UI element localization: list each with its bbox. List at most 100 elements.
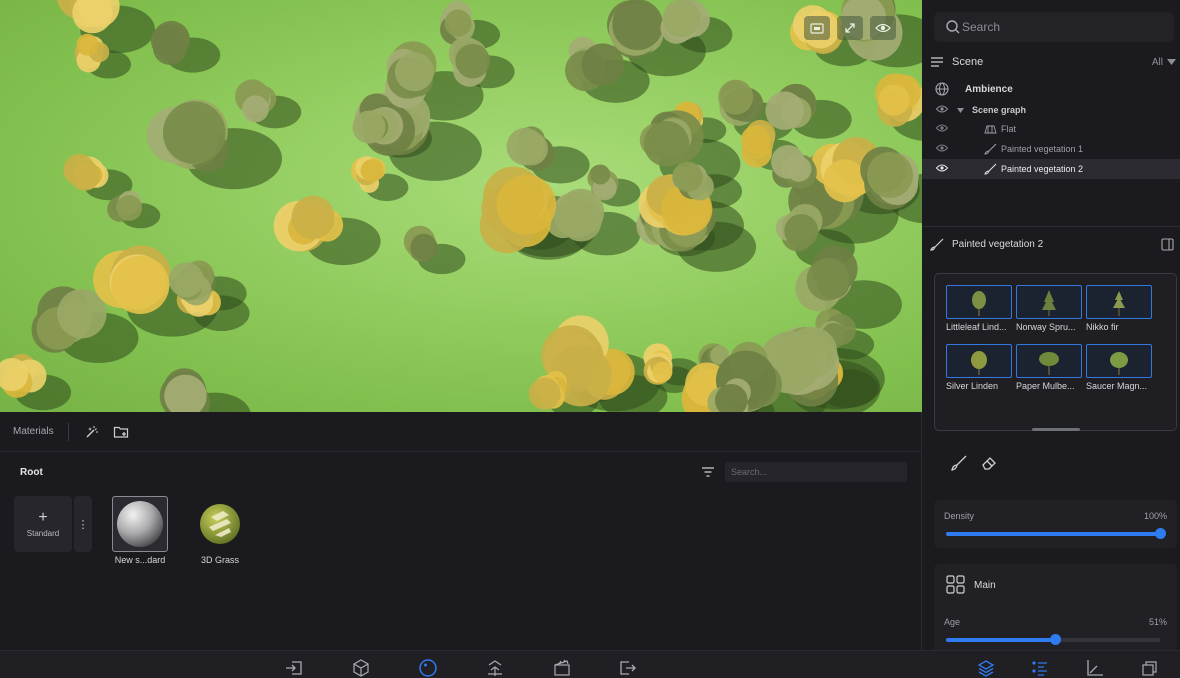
sliders-list-icon — [1032, 661, 1047, 676]
globe-icon — [935, 82, 949, 96]
export-icon — [620, 661, 636, 675]
materials-panel: Materials Root + Standard ⋮ — [0, 412, 922, 650]
search-input[interactable] — [962, 20, 1174, 34]
palette-scrollbar[interactable] — [1032, 428, 1080, 431]
density-label: Density — [944, 511, 975, 521]
right-panel: Scene All Ambience Scene graph Flat Pain… — [922, 0, 1180, 650]
age-slider-handle[interactable] — [1050, 634, 1062, 645]
eraser-button[interactable] — [980, 454, 998, 477]
clapperboard-icon — [554, 659, 570, 676]
scene-search[interactable] — [934, 12, 1174, 42]
tree-label: Ambience — [965, 83, 1013, 95]
tree-icon — [972, 291, 986, 316]
import-button[interactable] — [283, 657, 305, 678]
eye-icon[interactable] — [936, 123, 948, 133]
filter-button[interactable] — [701, 466, 715, 478]
age-slider[interactable] — [946, 634, 1160, 645]
layers-button[interactable] — [975, 657, 997, 678]
3d-viewport[interactable] — [0, 0, 922, 412]
density-slider[interactable] — [946, 528, 1166, 539]
stack-button[interactable] — [1139, 657, 1161, 678]
vegetation-item[interactable]: Norway Spru... — [1016, 285, 1084, 332]
paint-brush-button[interactable] — [950, 454, 968, 477]
add-standard-material-button[interactable]: + Standard — [14, 496, 72, 552]
tree-icon — [1042, 290, 1056, 316]
forest-scene — [0, 0, 922, 412]
add-material-button[interactable] — [81, 421, 103, 443]
vegetation-item[interactable]: Nikko fir — [1086, 285, 1154, 332]
tree-label: Painted vegetation 1 — [1001, 144, 1084, 154]
vegetation-thumbnail[interactable] — [946, 344, 1012, 378]
scene-filter-dropdown[interactable]: All — [1152, 57, 1163, 68]
export-button[interactable] — [617, 657, 639, 678]
material-thumbnail[interactable] — [192, 496, 248, 552]
vegetation-thumbnail[interactable] — [1086, 285, 1152, 319]
animation-button[interactable] — [551, 657, 573, 678]
expand-button[interactable] — [837, 16, 863, 40]
eye-icon[interactable] — [936, 143, 948, 153]
tree-canopies — [0, 0, 922, 412]
sphere-material-icon — [117, 501, 163, 547]
new-folder-button[interactable] — [110, 421, 132, 443]
terrain-icon — [984, 125, 997, 134]
vegetation-palette: Littleleaf Lind... Norway Spru... Nikko … — [934, 273, 1177, 431]
split-panel-icon[interactable] — [1161, 237, 1174, 251]
brush-icon — [984, 143, 997, 155]
properties-button[interactable] — [1029, 657, 1051, 678]
materials-header: Root — [0, 454, 921, 490]
vegetation-thumbnail[interactable] — [1016, 344, 1082, 378]
tree-label: Scene graph — [972, 105, 1027, 115]
tree-item-ambience[interactable]: Ambience — [922, 79, 1180, 99]
materials-search-input[interactable] — [731, 467, 907, 477]
materials-title: Materials — [13, 426, 54, 437]
camera-view-icon — [810, 23, 824, 34]
tree-item-painted-vegetation-1[interactable]: Painted vegetation 1 — [922, 139, 1180, 159]
eye-icon[interactable] — [936, 163, 948, 173]
vegetation-name: Littleleaf Lind... — [946, 322, 1007, 332]
materials-search[interactable] — [725, 462, 907, 482]
tree-item-painted-vegetation-2[interactable]: Painted vegetation 2 — [922, 159, 1180, 179]
expand-caret-icon[interactable] — [957, 108, 964, 113]
filter-icon — [702, 467, 714, 477]
materials-toolbar: Materials — [0, 412, 921, 452]
list-icon — [931, 57, 943, 67]
density-slider-handle[interactable] — [1155, 528, 1166, 539]
vegetation-item[interactable]: Littleleaf Lind... — [946, 285, 1014, 332]
materials-tab-button[interactable] — [417, 657, 439, 678]
material-item[interactable]: New s...dard — [110, 496, 170, 565]
layers-icon — [977, 660, 995, 677]
vegetation-thumbnail[interactable] — [946, 285, 1012, 319]
chart-axis-icon — [1087, 660, 1103, 676]
caret-down-icon[interactable] — [1167, 59, 1176, 65]
vegetation-item[interactable]: Saucer Magn... — [1086, 344, 1154, 391]
vegetation-thumbnail[interactable] — [1016, 285, 1082, 319]
tree-canopy — [771, 144, 817, 189]
main-card: Main Age 51% — [934, 564, 1177, 650]
material-item[interactable]: 3D Grass — [190, 496, 250, 565]
vegetation-button[interactable] — [484, 657, 506, 678]
density-slider-fill — [946, 532, 1160, 536]
grass-material-icon — [200, 504, 240, 544]
vegetation-name: Nikko fir — [1086, 322, 1119, 332]
brush-icon — [951, 455, 967, 471]
vegetation-icon — [488, 660, 502, 676]
vegetation-item[interactable]: Paper Mulbe... — [1016, 344, 1084, 391]
visibility-button[interactable] — [870, 16, 896, 40]
vegetation-thumbnail[interactable] — [1086, 344, 1152, 378]
eraser-icon — [982, 457, 996, 470]
standard-label: Standard — [26, 528, 60, 538]
graph-button[interactable] — [1084, 657, 1106, 678]
import-icon — [286, 661, 302, 675]
more-options-button[interactable]: ⋮ — [74, 496, 92, 552]
objects-button[interactable] — [350, 657, 372, 678]
kebab-icon: ⋮ — [77, 518, 89, 531]
vegetation-item[interactable]: Silver Linden — [946, 344, 1014, 391]
tree-item-flat[interactable]: Flat — [922, 119, 1180, 139]
camera-view-button[interactable] — [804, 16, 830, 40]
material-thumbnail[interactable] — [112, 496, 168, 552]
eye-icon[interactable] — [936, 104, 948, 114]
tree-item-scene-graph[interactable]: Scene graph — [922, 100, 1180, 120]
stack-icon — [1142, 661, 1157, 676]
density-value: 100% — [1143, 511, 1167, 521]
tree-canopy — [93, 245, 172, 314]
